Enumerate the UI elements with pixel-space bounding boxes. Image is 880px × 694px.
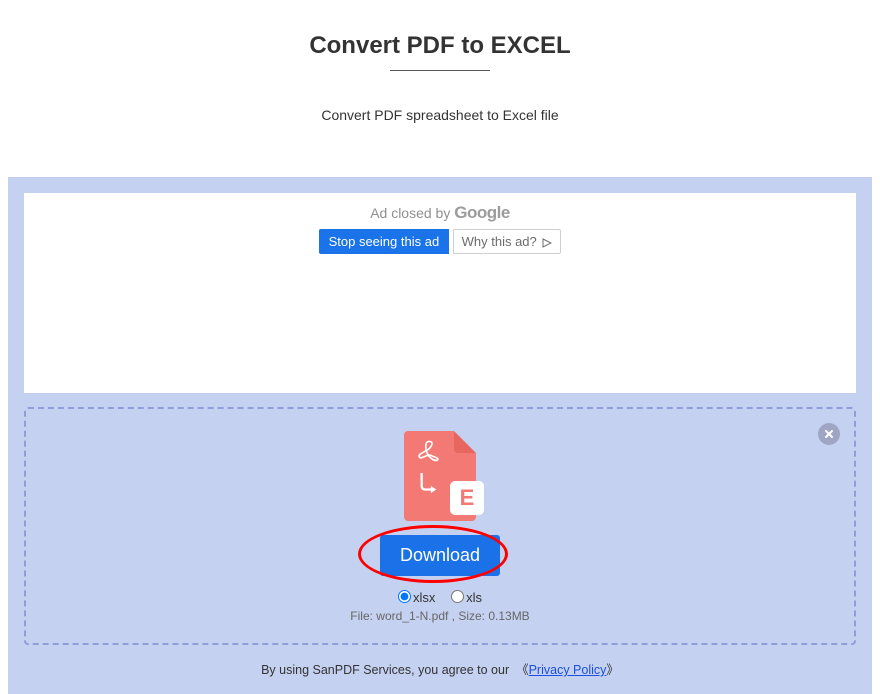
close-button[interactable] (818, 423, 840, 445)
radio-xlsx-label: xlsx (413, 590, 435, 605)
stop-seeing-ad-button[interactable]: Stop seeing this ad (319, 229, 450, 254)
file-info-text: File: word_1-N.pdf , Size: 0.13MB (26, 609, 854, 623)
title-underline (390, 70, 490, 71)
main-panel: Ad closed by Google Stop seeing this ad … (8, 177, 872, 694)
ad-buttons-row: Stop seeing this ad Why this ad? (24, 229, 856, 254)
google-logo: Google (454, 203, 510, 222)
ad-closed-prefix: Ad closed by (370, 205, 450, 221)
terms-footer: By using SanPDF Services, you agree to o… (24, 659, 856, 678)
convert-arrow-icon (418, 471, 440, 497)
radio-xlsx[interactable] (398, 590, 411, 603)
radio-xls[interactable] (451, 590, 464, 603)
file-fold-corner (454, 431, 476, 453)
page-subtitle: Convert PDF spreadsheet to Excel file (0, 107, 880, 123)
ad-container: Ad closed by Google Stop seeing this ad … (24, 193, 856, 393)
bracket-close: 》 (606, 663, 619, 677)
privacy-policy-link[interactable]: Privacy Policy (529, 663, 607, 677)
adchoices-icon (542, 238, 552, 248)
close-icon (824, 429, 834, 439)
acrobat-icon (416, 439, 442, 465)
excel-badge: E (450, 481, 484, 515)
why-this-ad-button[interactable]: Why this ad? (453, 229, 562, 254)
format-option-xlsx[interactable]: xlsx (398, 590, 439, 605)
pdf-to-excel-icon: E (404, 431, 476, 521)
ad-closed-text: Ad closed by Google (24, 203, 856, 223)
format-radio-group: xlsx xls (26, 590, 854, 605)
why-this-ad-label: Why this ad? (462, 234, 537, 249)
page-title: Convert PDF to EXCEL (0, 32, 880, 60)
drop-zone[interactable]: E Download xlsx xls File: word_1-N.pdf ,… (24, 407, 856, 645)
terms-text: By using SanPDF Services, you agree to o… (261, 663, 509, 677)
bracket-open: 《 (516, 663, 529, 677)
format-option-xls[interactable]: xls (451, 590, 482, 605)
excel-e-letter: E (460, 485, 475, 511)
radio-xls-label: xls (466, 590, 482, 605)
download-button[interactable]: Download (380, 535, 500, 576)
